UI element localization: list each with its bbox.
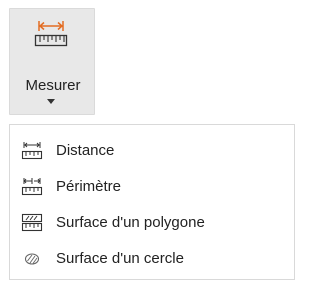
- menu-item-label: Surface d'un polygone: [56, 214, 205, 231]
- menu-item-label: Surface d'un cercle: [56, 250, 184, 267]
- polygon-area-icon: [21, 213, 43, 233]
- distance-ruler-icon: [21, 141, 43, 161]
- menu-item-label: Périmètre: [56, 178, 122, 195]
- ruler-distance-icon: [33, 19, 69, 49]
- chevron-down-icon: [47, 99, 55, 104]
- measure-button-label: Mesurer: [25, 77, 81, 94]
- measure-tool-panel: Mesurer Distance Périmètre Surface d'un …: [0, 0, 301, 284]
- menu-item-perimeter[interactable]: Périmètre: [10, 171, 294, 203]
- circle-area-icon: [21, 249, 43, 269]
- menu-item-circle-area[interactable]: Surface d'un cercle: [10, 243, 294, 275]
- measure-dropdown-menu: Distance Périmètre Surface d'un polygone…: [9, 124, 295, 280]
- menu-item-distance[interactable]: Distance: [10, 135, 294, 167]
- perimeter-ruler-icon: [21, 177, 43, 197]
- menu-item-polygon-area[interactable]: Surface d'un polygone: [10, 207, 294, 239]
- measure-ribbon-button[interactable]: Mesurer: [9, 8, 95, 115]
- menu-item-label: Distance: [56, 142, 115, 159]
